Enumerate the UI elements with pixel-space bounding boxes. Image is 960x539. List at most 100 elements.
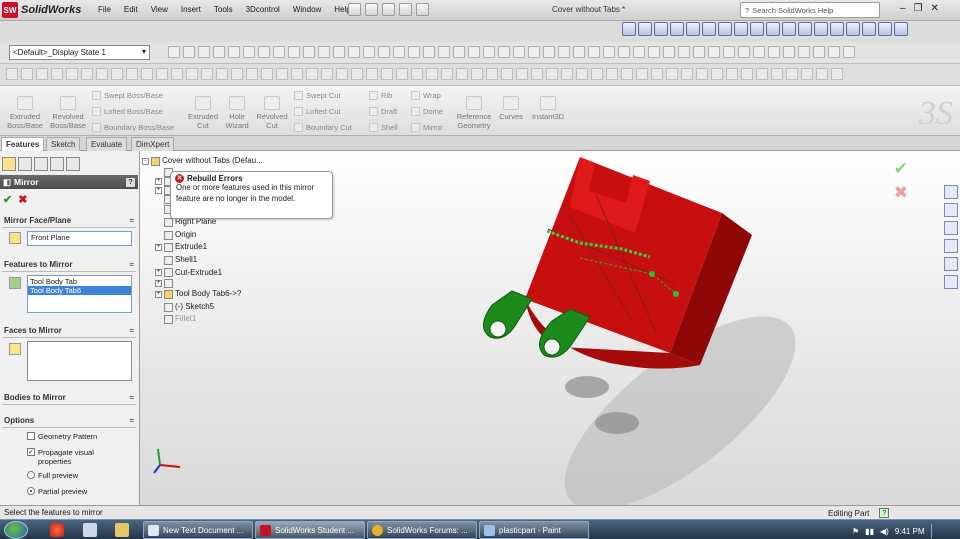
list-item[interactable]: Tool Body Tab6 [28,286,131,295]
tree-item[interactable]: + [142,279,263,289]
clock[interactable]: 9:41 PM [895,527,925,536]
menu-insert[interactable]: Insert [180,4,202,15]
network-icon[interactable]: ▮▮ [865,527,874,536]
feature-tool-icon[interactable] [531,68,543,80]
revolved-cut-button[interactable]: Revolved Cut [254,96,290,130]
restore-icon[interactable]: ❐ [914,3,923,14]
property-manager-icon[interactable] [18,157,32,171]
feature-tool-icon[interactable] [66,68,78,80]
feature-tool-icon[interactable] [126,68,138,80]
feature-manager-icon[interactable] [2,157,16,171]
feature-tool-icon[interactable] [786,68,798,80]
sketch-tool-icon[interactable] [513,46,525,58]
full-preview-radio[interactable] [27,471,35,479]
feature-tool-icon[interactable] [111,68,123,80]
confirm-ok-icon[interactable]: ✔ [894,159,908,179]
feature-tool-icon[interactable] [816,68,828,80]
view-settings-icon[interactable] [766,22,780,36]
expand-toggle-icon[interactable]: + [155,186,162,194]
tree-item[interactable]: Shell1 [142,254,263,267]
expand-toolbar-icon[interactable] [894,22,908,36]
ambient-occlusion-icon[interactable] [814,22,828,36]
media-player-icon[interactable] [50,523,64,537]
sketch-tool-icon[interactable] [663,46,675,58]
view-orientation-icon[interactable] [686,22,700,36]
sketch-tool-icon[interactable] [603,46,615,58]
feature-tool-icon[interactable] [771,68,783,80]
feature-tool-icon[interactable] [36,68,48,80]
sketch-tool-icon[interactable] [183,46,195,58]
design-library-icon[interactable] [944,203,958,217]
boundary-cut-button[interactable]: Boundary Cut [294,123,352,132]
confirm-cancel-icon[interactable]: ✖ [894,183,908,203]
feature-tool-icon[interactable] [591,68,603,80]
feature-tool-icon[interactable] [741,68,753,80]
sketch-tool-icon[interactable] [318,46,330,58]
expand-toggle-icon[interactable]: + [155,244,162,252]
sketch-tool-icon[interactable] [408,46,420,58]
feature-tool-icon[interactable] [831,68,843,80]
feature-tool-icon[interactable] [171,68,183,80]
mirror-face-section-header[interactable]: Mirror Face/Plane ≈ [2,216,136,228]
shadows-icon[interactable] [798,22,812,36]
instant3d-button[interactable]: Instant3D [528,96,568,121]
file-explorer-icon[interactable] [944,221,958,235]
sketch-tool-icon[interactable] [303,46,315,58]
status-help-icon[interactable]: ? [879,508,890,518]
feature-tool-icon[interactable] [666,68,678,80]
custom-properties-icon[interactable] [944,275,958,289]
feature-tool-icon[interactable] [141,68,153,80]
flag-icon[interactable]: ⚑ [852,527,859,536]
reference-geometry-button[interactable]: Reference Geometry [452,96,496,130]
feature-tool-icon[interactable] [216,68,228,80]
task-solidworks[interactable]: SolidWorks Student ... [255,521,365,539]
menu-edit[interactable]: Edit [123,4,139,15]
quick-launch-icon[interactable] [83,523,97,537]
options-section-header[interactable]: Options ≈ [2,416,136,428]
tree-item[interactable]: + Tool Body Tab6->? [142,288,263,301]
viewport-minimize-icon[interactable]: – [917,151,923,153]
feature-tool-icon[interactable] [201,68,213,80]
tree-item[interactable]: - Cover without Tabs (Defau... [142,155,263,168]
curves-button[interactable]: Curves [496,96,526,121]
feature-tool-icon[interactable] [756,68,768,80]
wrap-button[interactable]: Wrap [411,91,441,100]
cartoon-icon[interactable] [846,22,860,36]
revolved-boss-button[interactable]: Revolved Boss/Base [48,96,88,130]
select-icon[interactable] [382,3,395,16]
rebuild-icon[interactable] [399,3,412,16]
tab-dimxpert[interactable]: DimXpert [131,137,175,151]
sketch-tool-icon[interactable] [708,46,720,58]
sketch-tool-icon[interactable] [213,46,225,58]
zoom-fit-icon[interactable] [622,22,636,36]
features-section-header[interactable]: Features to Mirror ≈ [2,260,136,272]
configuration-manager-icon[interactable] [34,157,48,171]
extruded-boss-button[interactable]: Extruded Boss/Base [6,96,44,130]
sketch-tool-icon[interactable] [678,46,690,58]
display-manager-icon[interactable] [66,157,80,171]
feature-tool-icon[interactable] [576,68,588,80]
tree-item[interactable]: (-) Sketch5 [142,301,263,314]
hole-wizard-button[interactable]: Hole Wizard [222,96,252,130]
menu-3dcontrol[interactable]: 3Dcontrol [245,4,281,15]
lofted-cut-button[interactable]: Lofted Cut [294,107,341,116]
sketch-tool-icon[interactable] [768,46,780,58]
expand-toggle-icon[interactable]: + [155,280,162,288]
feature-tool-icon[interactable] [561,68,573,80]
edit-appearance-icon[interactable] [734,22,748,36]
feature-tool-icon[interactable] [381,68,393,80]
sketch-tool-icon[interactable] [348,46,360,58]
feature-tool-icon[interactable] [516,68,528,80]
features-list[interactable]: Tool Body Tab Tool Body Tab6 [27,275,132,313]
extruded-cut-button[interactable]: Extruded Cut [184,96,222,130]
tree-item[interactable]: Origin [142,229,263,242]
solidworks-logo[interactable]: SW SolidWorks [2,2,81,18]
partial-preview-option[interactable]: Partial preview [27,487,87,496]
task-paint[interactable]: plasticpart - Paint [479,521,589,539]
feature-tool-icon[interactable] [651,68,663,80]
feature-tool-icon[interactable] [636,68,648,80]
sketch-tool-icon[interactable] [393,46,405,58]
feature-tool-icon[interactable] [801,68,813,80]
sketch-tool-icon[interactable] [753,46,765,58]
feature-tool-icon[interactable] [336,68,348,80]
